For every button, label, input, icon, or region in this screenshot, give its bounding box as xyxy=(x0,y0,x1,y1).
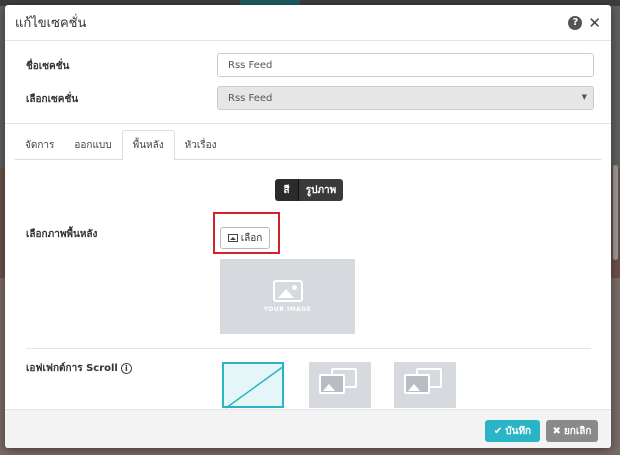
scroll-divider xyxy=(26,348,591,349)
image-icon-front xyxy=(404,374,430,394)
tab-heading[interactable]: หัวเรื่อง xyxy=(175,130,227,160)
tab-background[interactable]: พื้นหลัง xyxy=(121,130,175,161)
modal-title: แก้ไขเซคชั่น xyxy=(15,16,87,31)
save-label: บันทึก xyxy=(505,425,532,437)
section-select-value: Rss Feed xyxy=(228,92,273,104)
edit-section-modal: แก้ไขเซคชั่น ? ✕ ชื่อเซคชั่น Rss Feed เล… xyxy=(5,5,611,448)
background-image-label: เลือกภาพพื้นหลัง xyxy=(26,229,98,240)
background-type-toggle: สี รูปภาพ xyxy=(275,179,343,201)
modal-header: แก้ไขเซคชั่น ? ✕ xyxy=(5,5,611,41)
scroll-effect-none[interactable] xyxy=(222,362,285,409)
modal-footer: ✔ บันทึก ✖ ยกเลิก xyxy=(5,409,611,448)
background-scrollbar xyxy=(613,165,618,260)
scroll-effect-row: เอฟเฟกต์การ Scroll i xyxy=(26,361,132,376)
scroll-effect-label: เอฟเฟกต์การ Scroll xyxy=(26,363,118,374)
check-icon: ✔ xyxy=(493,425,503,437)
save-button[interactable]: ✔ บันทึก xyxy=(485,420,540,442)
none-slash-icon xyxy=(225,365,285,409)
section-name-label: ชื่อเซคชั่น xyxy=(26,61,70,72)
section-name-row: ชื่อเซคชั่น xyxy=(26,59,216,74)
tab-bar: จัดการ ออกแบบ พื้นหลัง หัวเรื่อง xyxy=(15,130,601,161)
help-icon[interactable]: ? xyxy=(568,15,583,30)
info-icon[interactable]: i xyxy=(120,363,132,374)
section-select[interactable]: Rss Feed ▼ xyxy=(217,86,594,110)
scroll-effect-fixed[interactable] xyxy=(394,362,456,408)
image-icon xyxy=(227,234,238,242)
section-select-label: เลือกเซคชั่น xyxy=(26,94,79,105)
cancel-button[interactable]: ✖ ยกเลิก xyxy=(546,420,598,442)
scroll-effect-parallax[interactable] xyxy=(309,362,371,408)
choose-image-label: เลือก xyxy=(240,232,263,244)
choose-image-button[interactable]: เลือก xyxy=(220,227,270,249)
cancel-label: ยกเลิก xyxy=(563,425,592,437)
close-icon[interactable]: ✕ xyxy=(588,15,601,30)
tab-design[interactable]: ออกแบบ xyxy=(64,130,121,160)
x-icon: ✖ xyxy=(552,425,561,437)
image-icon-front xyxy=(319,374,345,394)
section-select-row: เลือกเซคชั่น xyxy=(26,92,216,107)
section-name-input[interactable]: Rss Feed xyxy=(217,53,594,77)
mountain-shape xyxy=(277,289,294,298)
section-divider xyxy=(5,123,611,124)
image-placeholder-icon xyxy=(272,280,303,302)
toggle-image-button[interactable]: รูปภาพ xyxy=(299,179,343,201)
toggle-color-button[interactable]: สี xyxy=(275,179,299,201)
tab-manage[interactable]: จัดการ xyxy=(15,130,64,160)
chevron-down-icon: ▼ xyxy=(581,93,587,101)
preview-text: YOUR IMAGE xyxy=(263,306,312,313)
image-preview: YOUR IMAGE xyxy=(220,259,355,334)
